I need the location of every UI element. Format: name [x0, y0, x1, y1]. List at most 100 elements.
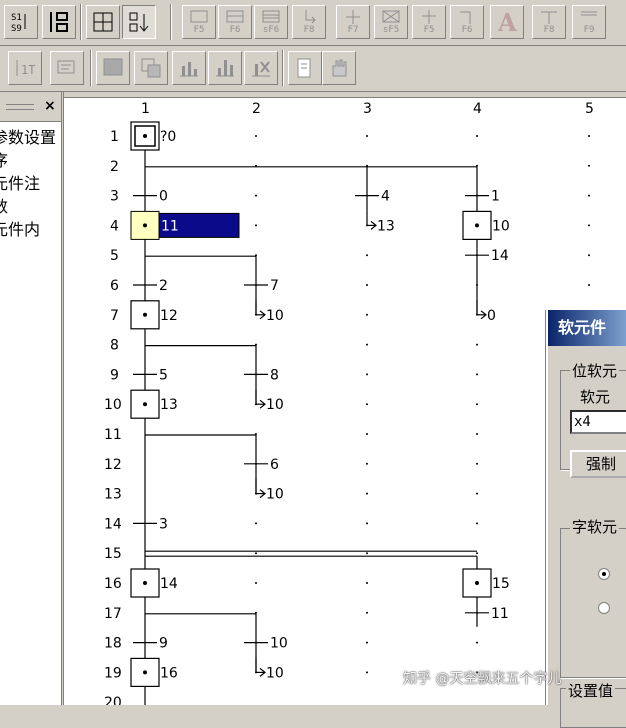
grid-dot [476, 135, 478, 137]
grid-dot [366, 313, 368, 316]
f8-button[interactable]: F8 [292, 5, 326, 39]
f5-button[interactable]: F5 [182, 5, 216, 39]
step-number: 10 [492, 218, 510, 234]
grid-dot [588, 164, 590, 167]
grid-dot [588, 135, 590, 137]
cross-box-icon [382, 10, 400, 23]
svg-text:S9: S9 [11, 24, 22, 33]
svg-text:1T: 1T [21, 63, 35, 77]
jump-target: 10 [266, 308, 284, 324]
grid-dot [476, 641, 478, 644]
word-device-group-title: 字软元 [570, 516, 620, 537]
sort-icon [129, 12, 149, 32]
row-number: 7 [110, 308, 119, 324]
grid-dot [476, 462, 478, 465]
print-button[interactable] [288, 51, 322, 85]
hand-icon [332, 59, 347, 77]
grid-dot [476, 492, 478, 495]
step-active-dot [143, 581, 147, 585]
step-active-dot [143, 670, 147, 675]
bar-chart-button[interactable] [172, 51, 206, 85]
column-header: 2 [252, 101, 261, 117]
f7-button[interactable]: F7 [336, 5, 370, 39]
grid-dot [255, 224, 257, 227]
grid-dot [476, 552, 478, 555]
sort-button[interactable] [122, 5, 156, 39]
comment-button[interactable] [50, 51, 84, 85]
ladder-icon [50, 12, 68, 32]
tree-item[interactable]: 参数设置 [0, 126, 61, 149]
dialog-title[interactable]: 软元件 [548, 310, 626, 346]
sf6-button[interactable]: sF6 [254, 5, 288, 39]
step-number: 15 [492, 576, 510, 592]
f8b-button[interactable]: F8 [532, 5, 566, 39]
grid-dot [255, 135, 257, 137]
row-number: 5 [110, 248, 119, 264]
instruction-button[interactable]: 1T [8, 51, 42, 85]
row-number: 6 [110, 278, 119, 294]
step-number: 14 [160, 576, 178, 592]
merge-end-icon [581, 11, 597, 16]
branch-end-icon [460, 11, 471, 24]
tree-item[interactable]: 元件注 [0, 172, 61, 195]
grid-view-button[interactable] [86, 5, 120, 39]
jump-target: 10 [266, 397, 284, 413]
step-box-icon [190, 10, 208, 23]
device-label: 软元 [580, 388, 611, 406]
bar-chart2-button[interactable] [208, 51, 242, 85]
step-list-button[interactable]: S1 S9 [4, 5, 38, 39]
svg-text:S1: S1 [11, 13, 22, 23]
step-number-selected: 11 [161, 218, 179, 234]
tree-item[interactable]: 序 [0, 149, 61, 172]
delete-icon [252, 61, 270, 77]
row-number: 17 [104, 606, 122, 622]
tree-item[interactable]: 元件内 [0, 218, 61, 241]
grid-dot [366, 582, 368, 584]
grid-dot [366, 433, 368, 435]
column-header: 1 [141, 101, 150, 117]
sfc-diagram[interactable]: 1 2 3 4 51234567891011121314151617181920?00 4… [64, 92, 626, 705]
set-value-title: 设置值 [566, 680, 616, 701]
f6b-button[interactable]: F6 [450, 5, 484, 39]
word-device-group [560, 528, 626, 678]
device-input[interactable]: x4 [570, 410, 626, 434]
f6-button[interactable]: F6 [218, 5, 252, 39]
force-button[interactable]: 强制 [570, 450, 626, 478]
step-active-dot [143, 134, 147, 138]
grid-dot [588, 284, 590, 286]
grid-dot [255, 582, 257, 584]
transition-condition: 2 [159, 278, 168, 294]
transition-condition: 4 [381, 189, 390, 205]
grid-dot [588, 194, 590, 197]
monitor-button[interactable] [96, 51, 130, 85]
print-icon [297, 58, 311, 78]
sf5-button[interactable]: sF5 [374, 5, 408, 39]
grid-dot [366, 254, 368, 257]
watermark: 知乎 @天空飘来五个字儿 [403, 671, 562, 687]
close-icon[interactable]: × [44, 98, 56, 114]
grid-dot [366, 552, 368, 555]
grid-dot [255, 194, 257, 197]
row-number: 19 [104, 665, 122, 681]
svg-text:A: A [497, 9, 517, 35]
tree-item[interactable]: 数 [0, 195, 61, 218]
a-button[interactable]: A [490, 5, 524, 39]
transition-condition: 8 [270, 367, 279, 383]
ladder-toggle-button[interactable] [42, 5, 76, 39]
delete-button[interactable] [244, 51, 278, 85]
copy-button[interactable] [134, 51, 168, 85]
merge-icon [541, 11, 557, 24]
f5b-button[interactable]: F5 [412, 5, 446, 39]
sfc-editor[interactable]: 1 2 3 4 5 1 2 3 4 5 6 7 8 9 10 11 12 13 14 15 16 17 18 19 20 ?0 0 4… [63, 92, 626, 705]
radio-option-2[interactable] [598, 602, 610, 614]
grid-dot [366, 641, 368, 644]
jump-target: 10 [266, 665, 284, 681]
panel-grip[interactable] [6, 104, 34, 110]
f9-button[interactable]: F9 [572, 5, 606, 39]
grid-dot [366, 522, 368, 525]
hand-button[interactable] [322, 51, 356, 85]
comment-icon [57, 60, 75, 74]
device-test-dialog: 软元件 位软元 软元 x4 强制 字软元 设置值 [546, 310, 626, 728]
radio-option-1[interactable] [598, 568, 610, 580]
monitor-icon [103, 58, 123, 76]
